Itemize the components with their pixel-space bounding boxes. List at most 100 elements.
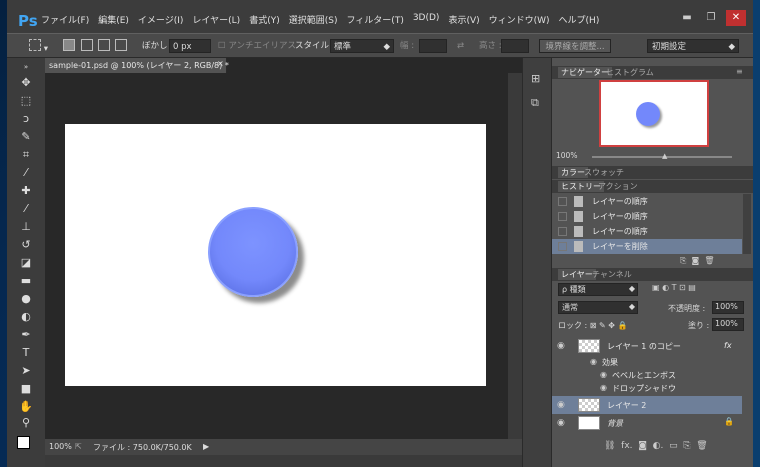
visibility-eye-icon[interactable]: ◉ [557,418,565,428]
effect-eye-icon[interactable]: ◉ [600,383,607,392]
effect-eye-icon[interactable]: ◉ [590,357,597,366]
status-menu-arrow-icon[interactable]: ▶ [203,442,209,451]
menu-filter[interactable]: フィルター(T) [346,13,403,26]
effects-row[interactable]: ◉ 効果 [552,356,742,369]
history-action-icons[interactable]: ⎘ ◙ 🗑 [680,256,715,266]
effect-bevel-row[interactable]: ◉ ベベルとエンボス [552,369,742,382]
menu-view[interactable]: 表示(V) [448,13,479,26]
history-scrollbar[interactable] [743,194,751,254]
tab-channels[interactable]: チャンネル [592,269,632,280]
type-tool-icon[interactable]: T [18,346,34,360]
history-brush-icon[interactable]: ↺ [18,238,34,252]
brush-tool-icon[interactable]: ⁄ [18,202,34,216]
tab-layers[interactable]: レイヤー [558,269,596,280]
zoom-level[interactable]: 100% [49,442,72,451]
antialias-checkbox[interactable]: ☐ アンチエイリアス [218,39,296,53]
properties-dock-icon[interactable]: ⧉ [531,96,539,110]
canvas[interactable] [65,124,486,386]
style-select[interactable]: 標準 ◆ [330,39,394,53]
path-select-tool-icon[interactable]: ➤ [18,364,34,378]
layer-row[interactable]: ◉ レイヤー 1 のコピー fx [552,336,742,356]
fx-icon[interactable]: fx [724,341,732,350]
menu-layer[interactable]: レイヤー(L) [192,13,240,26]
history-tabs: ヒストリー アクション [552,180,753,193]
history-dock-icon[interactable]: ⊞ [531,72,540,85]
dodge-tool-icon[interactable]: ◐ [18,310,34,324]
crop-tool-icon[interactable]: ⌗ [18,148,34,162]
close-tab-icon[interactable]: × [217,59,224,68]
layer-filter-select[interactable]: ρ 種類 ◆ [558,283,638,296]
menu-type[interactable]: 書式(Y) [249,13,280,26]
eyedropper-tool-icon[interactable]: ⁄ [18,166,34,180]
tab-swatches[interactable]: スウォッチ [584,167,624,178]
zoom-tool-icon[interactable]: ⚲ [18,416,34,430]
menu-select[interactable]: 選択範囲(S) [289,13,338,26]
layer-row-background[interactable]: ◉ 背景 🔒 [552,414,742,432]
hand-tool-icon[interactable]: ✋ [18,400,34,414]
document-tab[interactable]: sample-01.psd @ 100% (レイヤー 2, RGB/8) * × [45,58,229,73]
layer-action-icons[interactable]: ⛓ fx. ◙ ◐. ▭ ⎘ 🗑 [604,441,708,451]
file-size: ファイル : 750.0K/750.0K [93,443,192,452]
height-input[interactable] [501,39,529,53]
tab-histogram[interactable]: ヒストグラム [606,67,654,78]
menu-window[interactable]: ウィンドウ(W) [489,13,550,26]
effect-shadow-row[interactable]: ◉ ドロップシャドウ [552,382,742,395]
export-icon[interactable]: ⇱ [75,442,82,451]
navigator-zoom[interactable]: 100% [556,151,577,160]
foreground-color-swatch[interactable] [17,436,30,449]
add-selection-icon[interactable] [81,39,93,53]
blend-mode-select[interactable]: 通常 ◆ [558,301,638,314]
visibility-eye-icon[interactable]: ◉ [557,341,565,351]
tab-navigator[interactable]: ナビゲーター [558,67,612,78]
workspace-select[interactable]: 初期設定 ◆ [647,39,739,53]
quick-select-tool-icon[interactable]: ✎ [18,130,34,144]
new-selection-icon[interactable] [63,39,75,53]
healing-tool-icon[interactable]: ✚ [18,184,34,198]
lasso-tool-icon[interactable]: ↄ [18,112,34,126]
desktop-edge [753,0,760,467]
swap-icon[interactable]: ⇄ [457,39,464,53]
history-item[interactable]: レイヤーの順序 [552,194,742,209]
move-tool-icon[interactable]: ✥ [18,76,34,90]
restore-button[interactable]: ❐ [701,10,721,26]
width-input[interactable] [419,39,447,53]
visibility-eye-icon[interactable]: ◉ [557,400,565,410]
refine-edge-button[interactable]: 境界線を調整... [539,39,611,53]
minimize-button[interactable]: ▬ [677,10,697,26]
blur-tool-icon[interactable]: ● [18,292,34,306]
navigator-thumbnail[interactable] [599,80,709,147]
stamp-tool-icon[interactable]: ⊥ [18,220,34,234]
menu-image[interactable]: イメージ(I) [138,13,184,26]
pen-tool-icon[interactable]: ✒ [18,328,34,342]
history-item-selected[interactable]: レイヤーを削除 [552,239,742,254]
rect-marquee-tool-icon[interactable]: ⬚ [18,94,34,108]
menu-help[interactable]: ヘルプ(H) [559,13,600,26]
panel-menu-icon[interactable]: ≡ [736,67,743,76]
horizontal-scrollbar[interactable] [45,455,522,467]
navigator-slider-handle[interactable]: ▲ [662,152,667,160]
shape-tool-icon[interactable]: ■ [18,382,34,396]
marquee-tool-icon[interactable]: ▾ [29,39,48,54]
history-item[interactable]: レイヤーの順序 [552,209,742,224]
history-item[interactable]: レイヤーの順序 [552,224,742,239]
vertical-scrollbar[interactable] [508,73,522,439]
style-label: スタイル : [295,41,335,51]
gradient-tool-icon[interactable]: ▬ [18,274,34,288]
menu-edit[interactable]: 編集(E) [98,13,129,26]
fill-input[interactable]: 100% [712,318,744,331]
collapse-icon[interactable]: » [18,60,34,74]
panel-dock-strip: ⊞ ⧉ [522,58,552,467]
layer-filter-icons[interactable]: ▣ ◐ T ⊡ ▤ [652,283,696,292]
menu-3d[interactable]: 3D(D) [413,13,440,26]
tab-actions[interactable]: アクション [598,181,638,192]
intersect-selection-icon[interactable] [115,39,127,53]
opacity-input[interactable]: 100% [712,301,744,314]
feather-input[interactable]: 0 px [169,39,211,53]
effect-eye-icon[interactable]: ◉ [600,370,607,379]
close-button[interactable]: ✕ [726,10,746,26]
eraser-tool-icon[interactable]: ◪ [18,256,34,270]
menu-items: ファイル(F) 編集(E) イメージ(I) レイヤー(L) 書式(Y) 選択範囲… [41,13,608,26]
subtract-selection-icon[interactable] [98,39,110,53]
menu-file[interactable]: ファイル(F) [41,13,89,26]
layer-row-selected[interactable]: ◉ レイヤー 2 [552,396,742,414]
